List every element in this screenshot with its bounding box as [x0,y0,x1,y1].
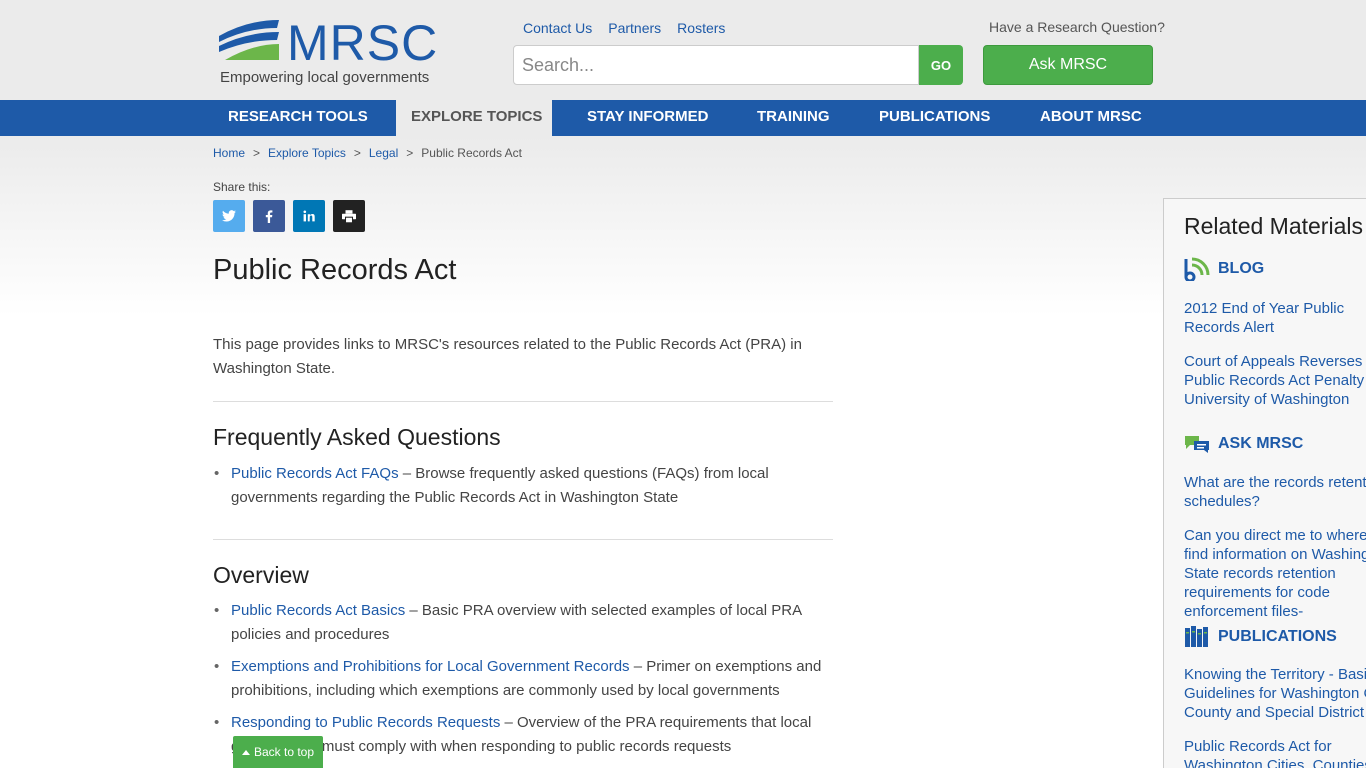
sidebar-title: Related Materials [1184,213,1363,239]
nav-stay-informed[interactable]: STAY INFORMED [572,100,723,136]
ask-mrsc-button[interactable]: Ask MRSC [983,45,1153,85]
twitter-icon [222,210,236,222]
blog-heading-label: BLOG [1218,260,1265,277]
site-header: MRSC Empowering local governments Contac… [0,0,1366,100]
nav-explore-topics[interactable]: EXPLORE TOPICS [396,100,552,136]
content-background [0,136,1366,316]
sidebar-publication-link[interactable]: Public Records Act for Washington Cities… [1184,737,1366,768]
sidebar-blog-link[interactable]: Court of Appeals Reverses Public Records… [1184,352,1366,409]
nav-publications[interactable]: PUBLICATIONS [864,100,1005,136]
list-item: Exemptions and Prohibitions for Local Go… [213,655,838,703]
breadcrumb: Home > Explore Topics > Legal > Public R… [213,146,522,160]
sidebar-publications-heading[interactable]: PUBLICATIONS [1184,626,1337,648]
publications-heading-label: PUBLICATIONS [1218,628,1337,645]
breadcrumb-separator: > [406,146,414,160]
rosters-link[interactable]: Rosters [677,20,725,36]
nav-training[interactable]: TRAINING [742,100,845,136]
breadcrumb-separator: > [253,146,261,160]
sidebar-publication-link[interactable]: Knowing the Territory - Basic Guidelines… [1184,665,1366,722]
books-icon [1185,626,1208,647]
share-buttons [213,200,365,232]
logo-swoosh-icon [219,20,279,60]
pra-basics-link[interactable]: Public Records Act Basics [231,602,405,619]
breadcrumb-current: Public Records Act [421,146,522,160]
contact-us-link[interactable]: Contact Us [523,20,592,36]
back-to-top-label: Back to top [253,745,315,759]
faq-list: Public Records Act FAQs – Browse frequen… [213,462,838,518]
related-materials-sidebar: Related Materials BLOG 2012 End of Year … [1163,198,1366,768]
sidebar-ask-link[interactable]: Can you direct me to where to find infor… [1184,526,1366,621]
breadcrumb-separator: > [353,146,361,160]
main-nav: RESEARCH TOOLS EXPLORE TOPICS STAY INFOR… [0,100,1366,136]
blog-icon [1184,257,1210,281]
partners-link[interactable]: Partners [608,20,661,36]
print-button[interactable] [333,200,365,232]
sidebar-blog-link[interactable]: 2012 End of Year Public Records Alert [1184,299,1366,337]
breadcrumb-home[interactable]: Home [213,146,245,160]
search-go-button[interactable]: GO [919,45,963,85]
divider [213,539,833,540]
twitter-share-button[interactable] [213,200,245,232]
chat-bubbles-icon [1185,436,1209,453]
breadcrumb-explore-topics[interactable]: Explore Topics [268,146,346,160]
faq-heading: Frequently Asked Questions [213,424,501,450]
responding-requests-link[interactable]: Responding to Public Records Requests [231,714,500,731]
linkedin-icon [303,210,315,222]
top-links: Contact Us Partners Rosters [523,20,725,36]
divider [213,401,833,402]
linkedin-share-button[interactable] [293,200,325,232]
ask-heading-label: ASK MRSC [1218,435,1304,452]
sidebar-ask-heading[interactable]: ASK MRSC [1184,435,1303,453]
print-icon [342,209,356,223]
overview-heading: Overview [213,562,309,588]
logo-wordmark: MRSC [287,15,439,71]
facebook-icon [265,209,273,223]
sidebar-ask-link[interactable]: What are the records retention schedules… [1184,473,1366,511]
research-question-label: Have a Research Question? [989,19,1165,35]
sidebar-blog-heading[interactable]: BLOG [1184,257,1264,281]
mrsc-logo[interactable]: MRSC Empowering local governments [217,14,457,88]
share-label: Share this: [213,180,271,194]
breadcrumb-legal[interactable]: Legal [369,146,398,160]
list-item: Public Records Act FAQs – Browse frequen… [213,462,838,510]
intro-text: This page provides links to MRSC's resou… [213,336,802,377]
list-item: Public Records Act Basics – Basic PRA ov… [213,599,838,647]
logo-tagline: Empowering local governments [220,69,430,86]
page-title: Public Records Act [213,254,457,286]
search-input[interactable] [513,45,919,85]
back-to-top-button[interactable]: Back to top [233,736,323,768]
caret-up-icon [241,750,250,755]
facebook-share-button[interactable] [253,200,285,232]
pra-faqs-link[interactable]: Public Records Act FAQs [231,465,399,482]
nav-about-mrsc[interactable]: ABOUT MRSC [1025,100,1157,136]
nav-research-tools[interactable]: RESEARCH TOOLS [213,100,383,136]
exemptions-link[interactable]: Exemptions and Prohibitions for Local Go… [231,658,630,675]
